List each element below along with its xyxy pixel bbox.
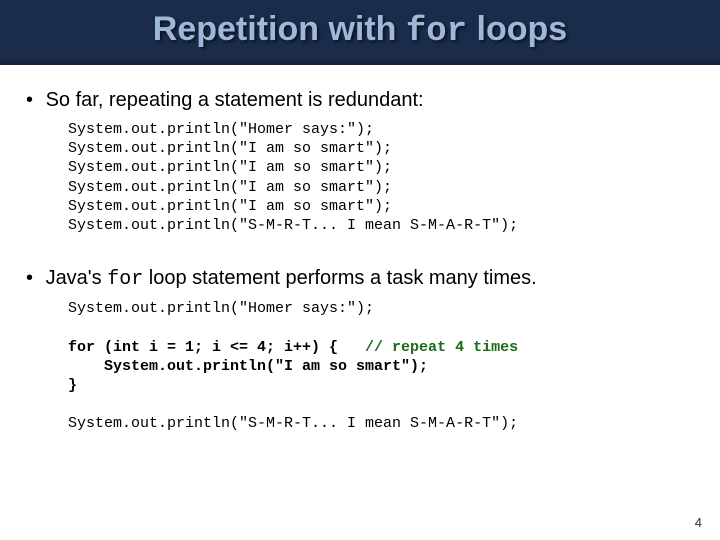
- code2-l2c: // repeat 4 times: [338, 339, 518, 356]
- slide-body: • So far, repeating a statement is redun…: [0, 65, 720, 433]
- code-block-2: System.out.println("Homer says:"); for (…: [68, 299, 694, 433]
- title-bar: Repetition with for loops: [0, 0, 720, 65]
- code2-l5: System.out.println("S-M-R-T... I mean S-…: [68, 415, 518, 432]
- code2-l4: }: [68, 377, 77, 394]
- bullet-dot-icon: •: [26, 89, 40, 112]
- slide: Repetition with for loops • So far, repe…: [0, 0, 720, 540]
- bullet-1: • So far, repeating a statement is redun…: [26, 89, 694, 112]
- code2-l2a: for (int i = 1; i <= 4; i++) {: [68, 339, 338, 356]
- code1-l5: System.out.println("I am so smart");: [68, 198, 392, 215]
- bullet-2-pre: Java's: [46, 267, 108, 289]
- code1-l1: System.out.println("Homer says:");: [68, 121, 374, 138]
- title-pre: Repetition with: [153, 10, 406, 48]
- bullet-2-post: loop statement performs a task many time…: [143, 267, 537, 289]
- code1-l4: System.out.println("I am so smart");: [68, 179, 392, 196]
- bullet-1-text: So far, repeating a statement is redunda…: [46, 89, 424, 111]
- code1-l2: System.out.println("I am so smart");: [68, 140, 392, 157]
- code2-l1: System.out.println("Homer says:");: [68, 300, 374, 317]
- code-block-1: System.out.println("Homer says:"); Syste…: [68, 120, 694, 235]
- code1-l6: System.out.println("S-M-R-T... I mean S-…: [68, 217, 518, 234]
- title-code: for: [406, 13, 467, 51]
- title-post: loops: [467, 10, 567, 48]
- slide-title: Repetition with for loops: [0, 10, 720, 51]
- page-number: 4: [695, 515, 702, 530]
- bullet-2: • Java's for loop statement performs a t…: [26, 267, 694, 291]
- code1-l3: System.out.println("I am so smart");: [68, 159, 392, 176]
- bullet-dot-icon: •: [26, 267, 40, 290]
- bullet-2-code: for: [107, 268, 143, 291]
- code2-l3: System.out.println("I am so smart");: [68, 358, 428, 375]
